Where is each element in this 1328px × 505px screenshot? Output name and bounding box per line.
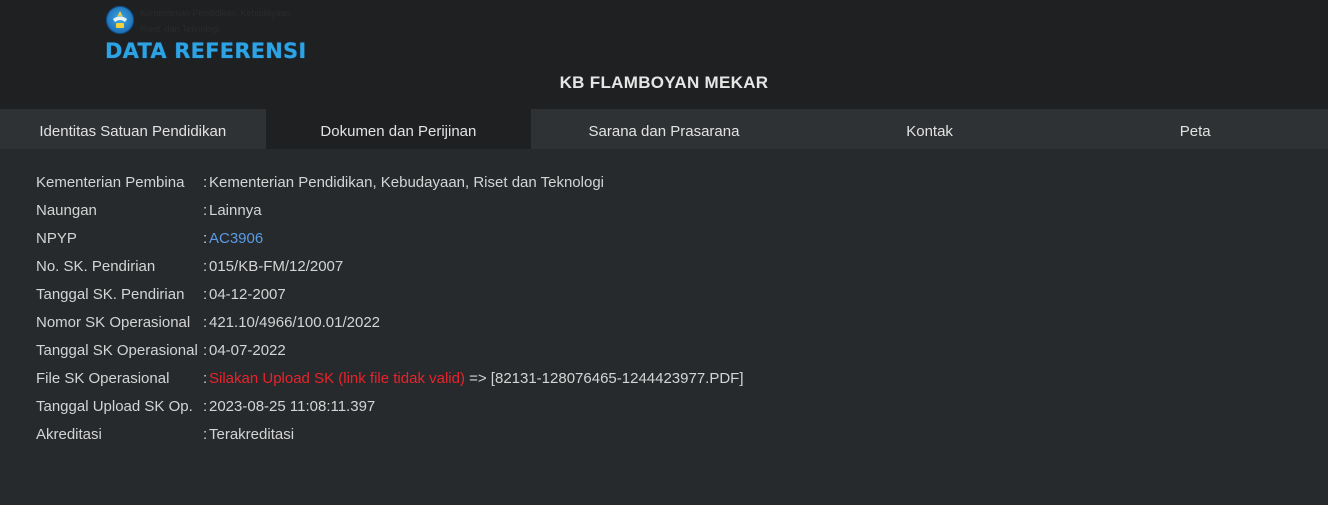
field-value: 04-12-2007 bbox=[209, 286, 286, 303]
brand-title: DATA REFERENSI bbox=[105, 39, 307, 63]
field-label: Nomor SK Operasional bbox=[36, 314, 191, 331]
field-row-tanggal-sk-operasional: Tanggal SK Operasional : 04-07-2022 bbox=[36, 337, 744, 365]
ministry-line-2: Riset, dan Teknologi bbox=[140, 24, 219, 34]
field-value: 421.10/4966/100.01/2022 bbox=[209, 314, 380, 331]
ministry-name: Kementerian Pendidikan, Kebudayaan, Rise… bbox=[140, 5, 330, 37]
field-row-akreditasi: Akreditasi : Terakreditasi bbox=[36, 421, 744, 449]
field-label: Kementerian Pembina bbox=[36, 174, 185, 191]
page: Kementerian Pendidikan, Kebudayaan, Rise… bbox=[0, 0, 1328, 505]
tab-dokumen[interactable]: Dokumen dan Perijinan bbox=[265, 109, 532, 149]
site-logo[interactable]: Kementerian Pendidikan, Kebudayaan, Rise… bbox=[104, 4, 334, 64]
upload-warning-link[interactable]: Silakan Upload SK (link file tidak valid… bbox=[209, 365, 465, 393]
field-label: Akreditasi bbox=[36, 426, 102, 443]
field-label: Tanggal Upload SK Op. bbox=[36, 398, 193, 415]
file-name: => [82131-128076465-1244423977.PDF] bbox=[464, 370, 744, 387]
tab-panel-dokumen: Kementerian Pembina : Kementerian Pendid… bbox=[0, 149, 1328, 505]
field-row-no-sk-pendirian: No. SK. Pendirian : 015/KB-FM/12/2007 bbox=[36, 253, 744, 281]
field-row-kementerian: Kementerian Pembina : Kementerian Pendid… bbox=[36, 169, 744, 197]
field-label: Tanggal SK. Pendirian bbox=[36, 286, 185, 303]
field-label: Tanggal SK Operasional bbox=[36, 342, 198, 359]
ministry-line-1: Kementerian Pendidikan, Kebudayaan, bbox=[140, 8, 293, 18]
tab-kontak[interactable]: Kontak bbox=[797, 109, 1063, 149]
field-row-nomor-sk-operasional: Nomor SK Operasional : 421.10/4966/100.0… bbox=[36, 309, 744, 337]
tut-wuri-handayani-emblem-icon bbox=[106, 6, 134, 34]
tab-sarana[interactable]: Sarana dan Prasarana bbox=[531, 109, 797, 149]
field-label: Naungan bbox=[36, 202, 97, 219]
field-row-tanggal-sk-pendirian: Tanggal SK. Pendirian : 04-12-2007 bbox=[36, 281, 744, 309]
tab-identitas[interactable]: Identitas Satuan Pendidikan bbox=[0, 109, 266, 149]
field-label: File SK Operasional bbox=[36, 370, 170, 387]
field-value: Lainnya bbox=[209, 202, 262, 219]
field-label: No. SK. Pendirian bbox=[36, 258, 156, 275]
tab-bar: Identitas Satuan Pendidikan Dokumen dan … bbox=[0, 109, 1328, 149]
field-value: Kementerian Pendidikan, Kebudayaan, Rise… bbox=[209, 174, 604, 191]
field-row-tanggal-upload-sk: Tanggal Upload SK Op. : 2023-08-25 11:08… bbox=[36, 393, 744, 421]
npyp-link[interactable]: AC3906 bbox=[209, 225, 263, 253]
field-value: 04-07-2022 bbox=[209, 342, 286, 359]
page-title: KB FLAMBOYAN MEKAR bbox=[559, 73, 769, 92]
field-row-npyp: NPYP : AC3906 bbox=[36, 225, 744, 253]
field-value: Terakreditasi bbox=[209, 426, 295, 443]
field-value: 2023-08-25 11:08:11.397 bbox=[209, 398, 376, 415]
field-label: NPYP bbox=[36, 230, 77, 247]
field-value: 015/KB-FM/12/2007 bbox=[209, 258, 344, 275]
tab-peta[interactable]: Peta bbox=[1062, 109, 1328, 149]
field-list: Kementerian Pembina : Kementerian Pendid… bbox=[36, 169, 744, 449]
field-row-file-sk-operasional: File SK Operasional : Silakan Upload SK … bbox=[36, 365, 744, 393]
field-row-naungan: Naungan : Lainnya bbox=[36, 197, 744, 225]
